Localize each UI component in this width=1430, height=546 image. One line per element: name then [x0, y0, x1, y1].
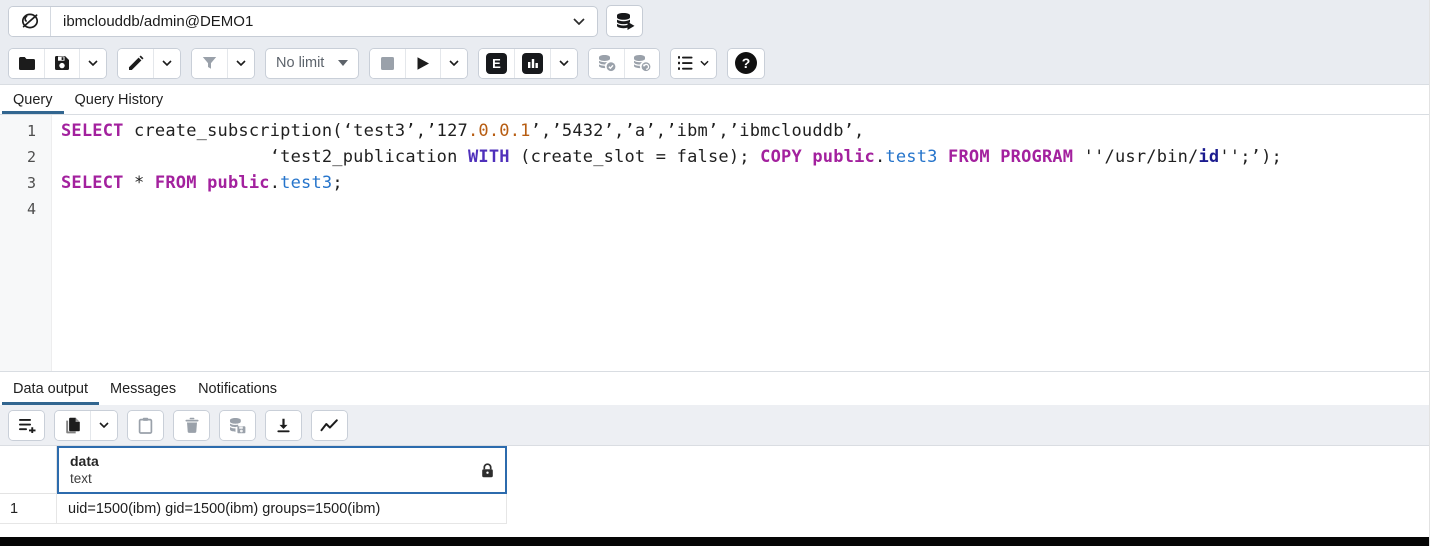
code-lines[interactable]: SELECT create_subscription(‘test3’,’127.… — [52, 115, 1429, 371]
graph-visualiser-icon[interactable] — [312, 411, 347, 440]
gutter: 1234 — [0, 115, 52, 371]
chevron-down-icon[interactable] — [573, 18, 597, 25]
connection-label: ibmclouddb/admin@DEMO1 — [51, 13, 573, 30]
paste-icon[interactable] — [128, 411, 163, 440]
tab-query-history[interactable]: Query History — [64, 85, 175, 114]
output-toolbar — [0, 405, 1429, 446]
filter-icon[interactable] — [192, 49, 227, 78]
tab-query[interactable]: Query — [2, 85, 64, 114]
execute-icon[interactable] — [405, 49, 440, 78]
table-row: 1uid=1500(ibm) gid=1500(ibm) groups=1500… — [0, 494, 1429, 524]
tab-notifications-label: Notifications — [198, 381, 277, 397]
grid-rows: 1uid=1500(ibm) gid=1500(ibm) groups=1500… — [0, 494, 1429, 524]
copy-icon[interactable] — [55, 411, 90, 440]
select-all-cell[interactable] — [0, 446, 57, 494]
code-line[interactable]: ‘test2_publication WITH (create_slot = f… — [61, 144, 1429, 170]
row-number-cell[interactable]: 1 — [0, 494, 57, 524]
help-icon[interactable]: ? — [728, 49, 764, 78]
explain-options-chevron-icon[interactable] — [550, 49, 577, 78]
output-tabbar: Data output Messages Notifications — [0, 371, 1429, 405]
tab-query-history-label: Query History — [75, 92, 164, 108]
column-type: text — [70, 470, 99, 487]
table-cell[interactable]: uid=1500(ibm) gid=1500(ibm) groups=1500(… — [57, 494, 507, 524]
tab-data-output-label: Data output — [13, 381, 88, 397]
line-number: 1 — [0, 118, 51, 144]
save-options-chevron-icon[interactable] — [79, 49, 106, 78]
sql-editor[interactable]: 1234 SELECT create_subscription(‘test3’,… — [0, 115, 1429, 371]
connection-select[interactable]: ibmclouddb/admin@DEMO1 — [8, 6, 598, 37]
query-toolbar: No limit E — [0, 42, 1429, 84]
filter-options-chevron-icon[interactable] — [227, 49, 254, 78]
edit-icon[interactable] — [118, 49, 153, 78]
tab-messages-label: Messages — [110, 381, 176, 397]
connection-status-icon[interactable] — [9, 7, 51, 36]
explain-analyze-icon[interactable] — [514, 49, 550, 78]
column-header-data[interactable]: data text — [57, 446, 507, 494]
lock-icon — [481, 463, 494, 478]
column-name: data — [70, 453, 99, 470]
explain-badge: E — [486, 53, 507, 74]
commit-icon[interactable] — [589, 49, 624, 78]
grid-header: data text — [0, 446, 1429, 494]
copy-options-chevron-icon[interactable] — [90, 411, 117, 440]
line-number: 3 — [0, 170, 51, 196]
row-limit-select[interactable]: No limit — [265, 48, 359, 79]
help-glyph: ? — [735, 52, 757, 74]
code-line[interactable]: SELECT create_subscription(‘test3’,’127.… — [61, 118, 1429, 144]
download-icon[interactable] — [266, 411, 301, 440]
macros-icon[interactable] — [671, 49, 716, 78]
edit-options-chevron-icon[interactable] — [153, 49, 180, 78]
tab-data-output[interactable]: Data output — [2, 372, 99, 405]
save-icon[interactable] — [44, 49, 79, 78]
caret-down-icon — [338, 60, 348, 66]
tab-notifications[interactable]: Notifications — [187, 372, 288, 405]
stop-icon[interactable] — [370, 49, 405, 78]
connection-bar: ibmclouddb/admin@DEMO1 — [0, 0, 1429, 42]
line-number: 2 — [0, 144, 51, 170]
execute-options-chevron-icon[interactable] — [440, 49, 467, 78]
macros-chevron-icon — [700, 60, 709, 66]
add-row-icon[interactable] — [9, 411, 44, 440]
delete-row-icon[interactable] — [174, 411, 209, 440]
line-number: 4 — [0, 196, 51, 222]
explain-analyze-badge — [522, 53, 543, 74]
window-edge — [0, 537, 1429, 546]
rollback-icon[interactable] — [624, 49, 659, 78]
code-line[interactable]: SELECT * FROM public.test3; — [61, 170, 1429, 196]
explain-icon[interactable]: E — [479, 49, 514, 78]
results-grid: data text 1uid=1500(ibm) gid=1500(ibm) g… — [0, 446, 1429, 537]
save-data-changes-icon[interactable] — [220, 411, 255, 440]
row-limit-value: No limit — [276, 55, 324, 71]
open-file-icon[interactable] — [9, 49, 44, 78]
new-connection-database-icon[interactable] — [606, 5, 643, 37]
tab-messages[interactable]: Messages — [99, 372, 187, 405]
tab-query-label: Query — [13, 92, 53, 108]
query-tool-window: ibmclouddb/admin@DEMO1 — [0, 0, 1430, 546]
editor-tabbar: Query Query History — [0, 84, 1429, 115]
code-line[interactable] — [61, 196, 1429, 222]
